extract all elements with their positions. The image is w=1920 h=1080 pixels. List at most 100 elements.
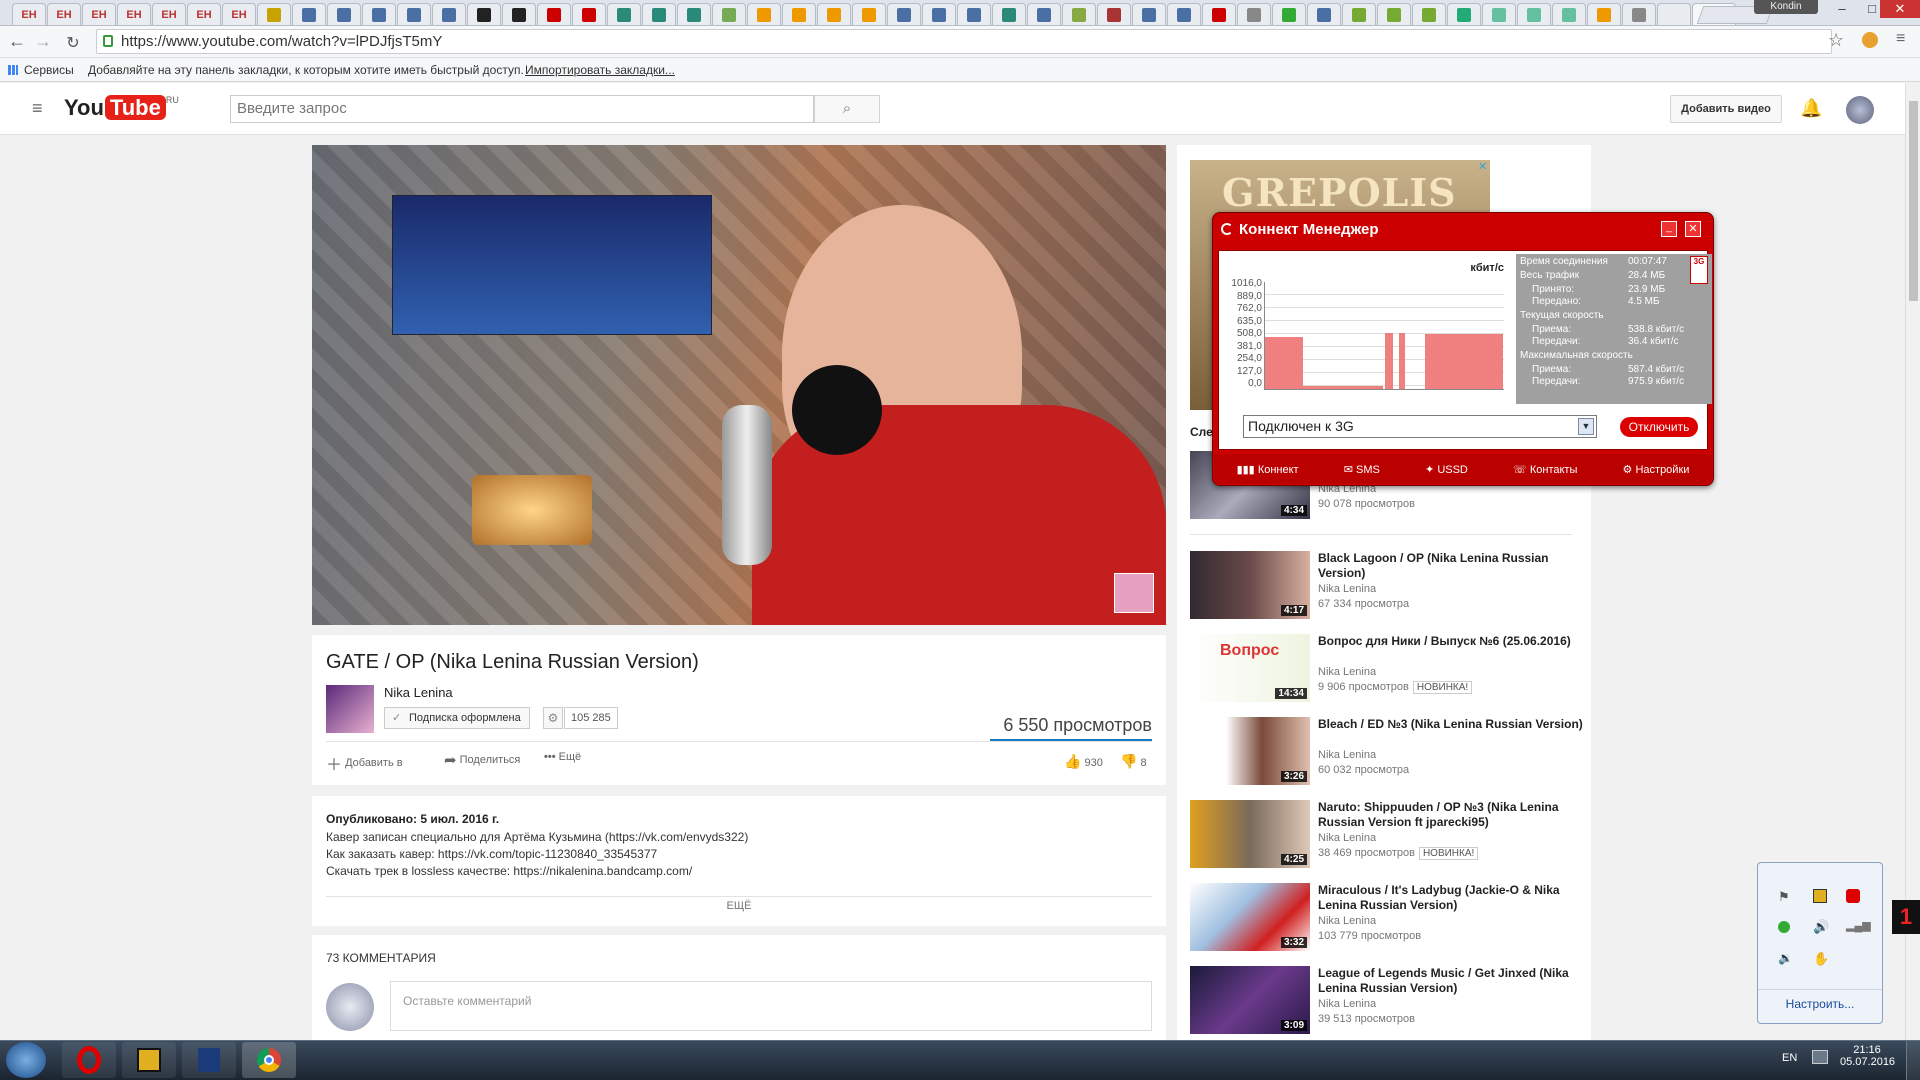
volume-icon[interactable]: 🔊 (1813, 919, 1829, 935)
connect-manager-tray-icon[interactable] (1846, 889, 1860, 903)
browser-tab[interactable] (1237, 3, 1271, 25)
nav-connect[interactable]: ▮▮▮ Коннект (1237, 463, 1299, 476)
browser-tab[interactable] (432, 3, 466, 25)
browser-tab[interactable]: EH (187, 3, 221, 25)
add-to-button[interactable]: ＋ Добавить в (326, 751, 403, 775)
browser-tab[interactable] (1307, 3, 1341, 25)
scrollbar-thumb[interactable] (1909, 101, 1918, 301)
browser-tab[interactable] (1167, 3, 1201, 25)
youtube-logo[interactable]: You Tube RU (64, 95, 179, 121)
like-button[interactable]: 👍 930 (1064, 753, 1103, 770)
disconnect-button[interactable]: Отключить (1620, 417, 1698, 437)
taskbar-app-opera[interactable] (62, 1042, 116, 1078)
taskbar-app-chrome[interactable] (242, 1042, 296, 1078)
back-icon[interactable]: ← (6, 31, 28, 52)
taskbar-app-save[interactable] (182, 1042, 236, 1078)
apps-link[interactable]: Сервисы (24, 58, 74, 82)
bookmark-star-icon[interactable]: ☆ (1828, 30, 1844, 51)
browser-tab[interactable] (292, 3, 326, 25)
browser-tab[interactable] (327, 3, 361, 25)
channel-watermark[interactable] (1114, 573, 1154, 613)
show-more-button[interactable]: ЕЩЁ (312, 900, 1166, 912)
more-actions-button[interactable]: ••• Ещё (544, 751, 581, 763)
share-button[interactable]: ➦ Поделиться (444, 751, 520, 769)
show-hidden-icons-icon[interactable] (1812, 1050, 1828, 1064)
browser-tab[interactable]: EH (82, 3, 116, 25)
browser-tab[interactable] (1447, 3, 1481, 25)
browser-tab[interactable] (1272, 3, 1306, 25)
forward-icon[interactable]: → (32, 31, 54, 52)
minimize-icon[interactable]: _ (1661, 221, 1677, 237)
extension-icon[interactable] (1862, 32, 1878, 48)
comment-input[interactable]: Оставьте комментарий (390, 981, 1152, 1031)
browser-tab[interactable] (1202, 3, 1236, 25)
browser-tab[interactable] (467, 3, 501, 25)
channel-avatar[interactable] (326, 685, 374, 733)
clock[interactable]: 21:16 05.07.2016 (1840, 1044, 1895, 1068)
browser-tab[interactable] (257, 3, 291, 25)
browser-tab[interactable] (1412, 3, 1446, 25)
recommended-video[interactable]: 4:25 Naruto: Shippuuden / OP №3 (Nika Le… (1190, 800, 1590, 870)
browser-tab[interactable] (712, 3, 746, 25)
profile-chip[interactable]: Kondin (1754, 0, 1818, 14)
browser-tab[interactable] (1062, 3, 1096, 25)
configure-tray-link[interactable]: Настроить... (1758, 997, 1882, 1011)
browser-tab[interactable] (957, 3, 991, 25)
video-player[interactable] (312, 145, 1166, 625)
close-icon[interactable]: ✕ (1880, 0, 1920, 18)
language-indicator[interactable]: EN (1782, 1052, 1797, 1064)
start-button[interactable] (6, 1042, 46, 1078)
speaker-icon[interactable]: 🔉 (1778, 951, 1793, 965)
browser-tab[interactable] (537, 3, 571, 25)
nav-settings[interactable]: ⚙ Настройки (1623, 463, 1690, 476)
browser-tab[interactable] (852, 3, 886, 25)
browser-tab[interactable] (817, 3, 851, 25)
browser-tab[interactable] (922, 3, 956, 25)
close-icon[interactable]: ✕ (1685, 221, 1701, 237)
flag-icon[interactable]: ⚑ (1778, 889, 1790, 905)
browser-tab[interactable] (747, 3, 781, 25)
browser-tab[interactable] (572, 3, 606, 25)
browser-tab[interactable] (607, 3, 641, 25)
browser-tab[interactable] (677, 3, 711, 25)
browser-tab[interactable] (1587, 3, 1621, 25)
notifications-bell-icon[interactable]: 🔔 (1800, 98, 1822, 119)
browser-tab[interactable] (1657, 3, 1691, 25)
subscription-settings-icon[interactable]: ⚙ (543, 707, 563, 729)
avatar[interactable] (1846, 96, 1874, 124)
recommended-video[interactable]: Вопрос 14:34 Вопрос для Ники / Выпуск №6 … (1190, 634, 1590, 704)
nav-contacts[interactable]: ☏ Контакты (1513, 463, 1577, 476)
recommended-video[interactable]: 3:26 Bleach / ED №3 (Nika Lenina Russian… (1190, 717, 1590, 787)
security-tray-icon[interactable] (1778, 921, 1790, 933)
address-bar[interactable]: https://www.youtube.com/watch?v=lPDJfjsT… (96, 29, 1832, 54)
browser-tab[interactable] (1482, 3, 1516, 25)
subscribe-button[interactable]: ✓ Подписка оформлена (384, 707, 530, 729)
connection-status-select[interactable]: Подключен к 3G ▼ (1243, 415, 1597, 438)
network-signal-icon[interactable]: ▂▄▆ (1846, 919, 1871, 932)
nav-ussd[interactable]: ✦ USSD (1425, 463, 1468, 476)
dislike-button[interactable]: 👎 8 (1120, 753, 1147, 770)
browser-tab[interactable] (1027, 3, 1061, 25)
browser-tab[interactable] (1377, 3, 1411, 25)
browser-tab[interactable] (992, 3, 1026, 25)
browser-tab[interactable] (887, 3, 921, 25)
search-input[interactable]: Введите запрос (230, 95, 814, 123)
browser-tab[interactable]: EH (117, 3, 151, 25)
taskbar-app-daemon[interactable] (122, 1042, 176, 1078)
browser-tab[interactable]: EH (47, 3, 81, 25)
browser-tab[interactable]: EH (222, 3, 256, 25)
recommended-video[interactable]: 3:32 Miraculous / It's Ladybug (Jackie-O… (1190, 883, 1590, 953)
app-tray-icon[interactable] (1813, 889, 1827, 903)
import-bookmarks-link[interactable]: Импортировать закладки... (525, 58, 675, 82)
browser-tab[interactable] (1097, 3, 1131, 25)
page-scrollbar[interactable] (1905, 83, 1920, 1040)
browser-tab[interactable] (502, 3, 536, 25)
notification-badge[interactable]: 1 (1892, 900, 1920, 934)
browser-tab[interactable] (1552, 3, 1586, 25)
browser-tab[interactable] (1132, 3, 1166, 25)
reload-icon[interactable]: ↻ (62, 33, 84, 53)
browser-tab[interactable] (1517, 3, 1551, 25)
ad-close-icon[interactable]: ✕ (1478, 160, 1490, 173)
browser-tab[interactable] (397, 3, 431, 25)
browser-tab[interactable] (1342, 3, 1376, 25)
